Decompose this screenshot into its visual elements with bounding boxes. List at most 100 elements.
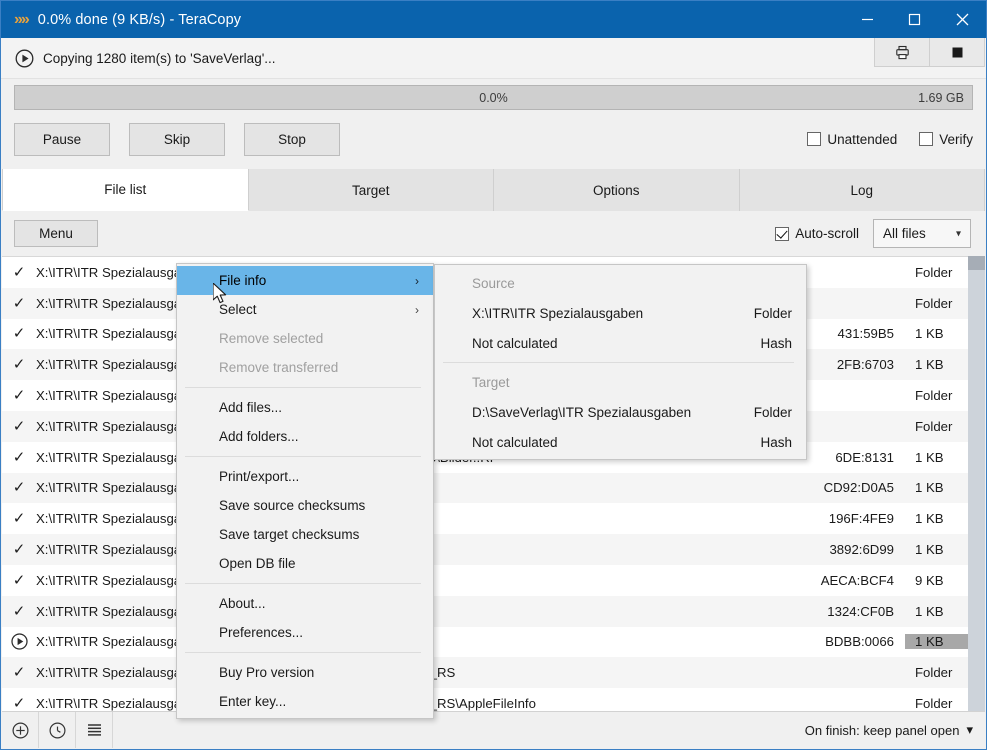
unattended-checkbox-box	[807, 132, 822, 146]
menu-item-save-target-checksums[interactable]: Save target checksums	[177, 520, 433, 549]
menu-item-label: Add folders...	[219, 429, 299, 444]
menu-item-label: About...	[219, 596, 266, 611]
verify-checkbox[interactable]: Verify	[919, 132, 973, 147]
menu-item-label: Buy Pro version	[219, 665, 315, 680]
menu-separator	[185, 456, 421, 457]
check-icon: ✓	[12, 602, 26, 620]
submenu-source-hash: Not calculated	[472, 335, 558, 351]
unattended-label: Unattended	[827, 131, 898, 147]
submenu-target-header: Target	[472, 374, 510, 390]
submenu-divider	[443, 362, 794, 363]
skip-button[interactable]: Skip	[129, 122, 225, 156]
action-bar: Pause Skip Stop Unattended Verify	[14, 122, 973, 156]
submenu-target-path: D:\SaveVerlag\ITR Spezialausgaben	[472, 404, 692, 420]
print-icon[interactable]	[874, 38, 930, 67]
submenu-source-path-type: Folder	[753, 305, 792, 321]
on-finish-label: On finish: keep panel open	[804, 722, 960, 738]
table-row[interactable]: ✓X:\ITR\ITR Spezialausgaben\Archiv\ITR_S…	[2, 657, 985, 689]
tab-target[interactable]: Target	[248, 169, 494, 211]
menu-separator	[185, 583, 421, 584]
table-row[interactable]: ✓X:\ITR\ITR Spezialausgaben\Archiv\Apple…	[2, 534, 985, 565]
menu-item-label: Save source checksums	[219, 498, 366, 513]
plus-circle-icon[interactable]	[2, 712, 39, 748]
menu-item-file-info[interactable]: File info ›	[177, 266, 433, 295]
verify-label: Verify	[939, 131, 973, 147]
close-icon[interactable]	[938, 1, 986, 38]
menu-item-preferences[interactable]: Preferences...	[177, 618, 433, 647]
copy-status-text: Copying 1280 item(s) to 'SaveVerlag'...	[43, 50, 276, 66]
check-icon: ✓	[12, 448, 26, 466]
play-circle-icon	[15, 49, 34, 68]
on-finish-dropdown[interactable]: On finish: keep panel open ▾	[805, 722, 973, 738]
table-row[interactable]: ✓X:\ITR\ITR Spezialausgaben\Archiv\ITR_S…	[2, 688, 985, 711]
menu-item-about[interactable]: About...	[177, 589, 433, 618]
clock-icon[interactable]	[39, 712, 76, 748]
play-circle-icon	[2, 633, 36, 651]
file-filter-value: All files	[883, 226, 926, 241]
submenu-source-path-row: X:\ITR\ITR Spezialausgaben Folder	[435, 298, 806, 328]
autoscroll-checkbox[interactable]: Auto-scroll	[775, 226, 859, 241]
title-bar: »» 0.0% done (9 KB/s) - TeraCopy	[1, 1, 986, 38]
file-filter-select[interactable]: All files ▾	[873, 219, 971, 248]
copy-status-strip: Copying 1280 item(s) to 'SaveVerlag'...	[1, 38, 986, 79]
autoscroll-checkbox-box	[775, 226, 790, 241]
check-icon: ✓	[12, 294, 26, 312]
menu-item-print-export[interactable]: Print/export...	[177, 462, 433, 491]
table-row[interactable]: X:\ITR\ITR Spezialausgaben\Archiv\AppleF…	[2, 627, 985, 658]
menu-item-open-db-file[interactable]: Open DB file	[177, 549, 433, 578]
autoscroll-label: Auto-scroll	[795, 226, 859, 241]
pause-button[interactable]: Pause	[14, 122, 110, 156]
menu-item-save-source-checksums[interactable]: Save source checksums	[177, 491, 433, 520]
menu-item-add-folders[interactable]: Add folders...	[177, 422, 433, 451]
table-row[interactable]: ✓X:\ITR\ITR Spezialausgaben\Archiv\Apple…	[2, 503, 985, 534]
window-controls	[844, 1, 986, 38]
teracopy-logo-icon: »»	[14, 10, 30, 28]
check-icon: ✓	[12, 479, 26, 497]
submenu-target-hash-row: Not calculated Hash	[435, 427, 806, 457]
tab-file-list[interactable]: File list	[2, 169, 249, 211]
menu-item-buy-pro-version[interactable]: Buy Pro version	[177, 658, 433, 687]
submenu-target-path-type: Folder	[753, 404, 792, 420]
menu-item-select[interactable]: Select ›	[177, 295, 433, 324]
menu-item-label: Print/export...	[219, 469, 300, 484]
table-row[interactable]: ✓X:\ITR\ITR Spezialausgaben\Archiv\Apple…	[2, 595, 985, 627]
menu-item-add-files[interactable]: Add files...	[177, 393, 433, 422]
progress-size-label: 1.69 GB	[918, 90, 964, 105]
submenu-source-path: X:\ITR\ITR Spezialausgaben	[472, 305, 644, 321]
menu-item-label: Save target checksums	[219, 527, 360, 542]
check-icon: ✓	[12, 263, 26, 281]
window-title: 0.0% done (9 KB/s) - TeraCopy	[37, 11, 242, 28]
list-lines-icon[interactable]	[76, 712, 113, 748]
maximize-icon[interactable]	[891, 1, 938, 38]
menu-button[interactable]: Menu	[14, 220, 98, 247]
menu-item-label: Open DB file	[219, 556, 296, 571]
tab-log[interactable]: Log	[739, 169, 985, 211]
file-list-toolbar: Menu Auto-scroll All files ▾	[2, 211, 985, 256]
menu-item-label: Add files...	[219, 400, 283, 415]
submenu-source-hash-label: Hash	[760, 335, 792, 351]
menu-item-label: Remove selected	[219, 331, 324, 346]
progress-area: 0.0% 1.69 GB	[14, 85, 973, 110]
unattended-checkbox[interactable]: Unattended	[807, 132, 897, 147]
stop-button[interactable]: Stop	[244, 122, 340, 156]
submenu-source-header: Source	[472, 275, 515, 291]
file-hash: AECA:BCF4	[820, 572, 894, 588]
file-list-scrollbar-thumb[interactable]	[968, 256, 985, 270]
stop-square-icon[interactable]	[929, 38, 985, 67]
chevron-down-icon: ▾	[966, 722, 973, 737]
submenu-target-hash-label: Hash	[760, 434, 792, 450]
chevron-right-icon: ›	[415, 273, 419, 288]
context-menu[interactable]: File info › Select › Remove selected Remove t…	[176, 263, 434, 719]
minimize-icon[interactable]	[844, 1, 891, 38]
menu-item-enter-key[interactable]: Enter key...	[177, 687, 433, 716]
progress-bar: 0.0% 1.69 GB	[14, 85, 973, 110]
status-bar: On finish: keep panel open ▾	[2, 711, 985, 748]
chevron-right-icon: ›	[415, 302, 419, 317]
table-row[interactable]: ✓X:\ITR\ITR Spezialausgaben\Archiv\Apple…	[2, 472, 985, 504]
file-info-submenu[interactable]: Source X:\ITR\ITR Spezialausgaben Folder…	[434, 264, 807, 460]
tab-options[interactable]: Options	[494, 169, 740, 211]
menu-item-remove-selected: Remove selected	[177, 324, 433, 353]
table-row[interactable]: ✓X:\ITR\ITR Spezialausgaben\Archiv\Apple…	[2, 565, 985, 596]
file-list-scrollbar[interactable]	[968, 256, 985, 711]
teracopy-window: »» 0.0% done (9 KB/s) - TeraCopy Copying…	[0, 0, 987, 750]
